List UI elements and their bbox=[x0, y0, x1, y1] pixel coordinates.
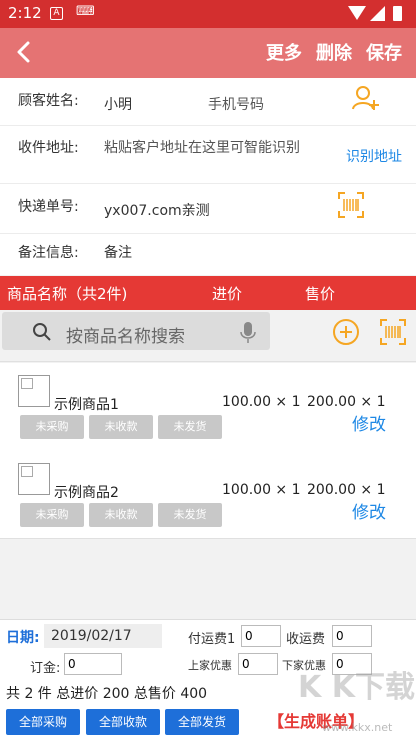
search-row: 按商品名称搜索 bbox=[0, 310, 416, 362]
product-list: 示例商品1 100.00 × 1 200.00 × 1 修改 未采购 未收款 未… bbox=[0, 363, 416, 539]
ship-all-button[interactable]: 全部发货 bbox=[165, 709, 239, 735]
product-name: 示例商品1 bbox=[54, 397, 119, 413]
wifi-icon bbox=[348, 6, 366, 20]
product-table-header: 商品名称（共2件) 进价 售价 bbox=[0, 276, 416, 310]
date-label: 日期: bbox=[6, 630, 40, 646]
deposit-input[interactable] bbox=[64, 653, 122, 675]
add-product-icon[interactable] bbox=[332, 318, 360, 350]
tracking-input[interactable]: yx007.com亲测 bbox=[104, 200, 210, 220]
back-arrow-icon[interactable] bbox=[14, 40, 34, 64]
product-buy-price: 100.00 × 1 bbox=[222, 482, 301, 498]
deposit-label: 订金: bbox=[30, 661, 61, 676]
watermark-url: www.kkx.net bbox=[322, 721, 393, 734]
header-product-name: 商品名称（共2件) bbox=[7, 285, 128, 303]
remark-row: 备注信息: 备注 bbox=[0, 234, 416, 275]
product-image bbox=[18, 375, 50, 407]
payment-status-tag[interactable]: 未收款 bbox=[89, 503, 153, 527]
status-time: 2:12 bbox=[8, 4, 42, 22]
date-picker[interactable]: 2019/02/17 bbox=[44, 624, 162, 648]
notification-a-icon: A bbox=[50, 7, 63, 20]
edit-product-link[interactable]: 修改 bbox=[352, 410, 386, 435]
receive-shipping-input[interactable] bbox=[332, 625, 372, 647]
product-image bbox=[18, 463, 50, 495]
shipping-status-tag[interactable]: 未发货 bbox=[158, 503, 222, 527]
remark-label: 备注信息: bbox=[18, 245, 79, 261]
customer-name-input[interactable]: 小明 bbox=[104, 94, 132, 114]
product-name: 示例商品2 bbox=[54, 485, 119, 501]
pay-shipping-label: 付运费1 bbox=[188, 632, 236, 647]
customer-row: 顾客姓名: 小明 手机号码 bbox=[0, 78, 416, 126]
product-sell-price: 200.00 × 1 bbox=[307, 394, 386, 410]
product-scan-icon[interactable] bbox=[380, 319, 406, 349]
purchase-status-tag[interactable]: 未采购 bbox=[20, 415, 84, 439]
product-row: 示例商品2 100.00 × 1 200.00 × 1 修改 未采购 未收款 未… bbox=[0, 451, 416, 539]
save-button[interactable]: 保存 bbox=[366, 39, 402, 65]
order-form: 顾客姓名: 小明 手机号码 收件地址: 粘贴客户地址在这里可智能识别 识别地址 … bbox=[0, 78, 416, 275]
more-button[interactable]: 更多 bbox=[266, 39, 302, 65]
product-row: 示例商品1 100.00 × 1 200.00 × 1 修改 未采购 未收款 未… bbox=[0, 363, 416, 451]
purchase-status-tag[interactable]: 未采购 bbox=[20, 503, 84, 527]
purchase-all-button[interactable]: 全部采购 bbox=[6, 709, 80, 735]
remark-input[interactable]: 备注 bbox=[104, 242, 132, 262]
address-row: 收件地址: 粘贴客户地址在这里可智能识别 识别地址 bbox=[0, 126, 416, 184]
delete-button[interactable]: 删除 bbox=[316, 39, 352, 65]
pay-shipping-input[interactable] bbox=[241, 625, 281, 647]
tracking-row: 快递单号: yx007.com亲测 bbox=[0, 184, 416, 234]
header-sell-price: 售价 bbox=[305, 285, 336, 303]
receive-shipping-label: 收运费 bbox=[286, 632, 326, 647]
address-input[interactable]: 粘贴客户地址在这里可智能识别 bbox=[104, 137, 300, 157]
header-buy-price: 进价 bbox=[212, 285, 243, 303]
keyboard-icon: ⌨ bbox=[76, 4, 95, 19]
upstream-discount-input[interactable] bbox=[238, 653, 278, 675]
app-bar: 更多 删除 保存 bbox=[0, 28, 416, 78]
phone-input[interactable]: 手机号码 bbox=[208, 94, 264, 114]
upstream-discount-label: 上家优惠 bbox=[188, 659, 232, 672]
shipping-status-tag[interactable]: 未发货 bbox=[158, 415, 222, 439]
search-placeholder: 按商品名称搜索 bbox=[66, 327, 185, 347]
collect-all-button[interactable]: 全部收款 bbox=[86, 709, 160, 735]
signal-icon bbox=[370, 6, 385, 21]
edit-product-link[interactable]: 修改 bbox=[352, 498, 386, 523]
product-buy-price: 100.00 × 1 bbox=[222, 394, 301, 410]
search-input[interactable]: 按商品名称搜索 bbox=[2, 312, 270, 350]
product-sell-price: 200.00 × 1 bbox=[307, 482, 386, 498]
search-icon bbox=[32, 322, 52, 346]
battery-icon bbox=[393, 6, 402, 21]
recognize-address-link[interactable]: 识别地址 bbox=[346, 146, 402, 166]
customer-label: 顾客姓名: bbox=[18, 93, 79, 109]
barcode-scan-icon[interactable] bbox=[338, 192, 364, 222]
tracking-label: 快递单号: bbox=[18, 199, 79, 215]
order-summary: 共 2 件 总进价 200 总售价 400 bbox=[6, 686, 208, 702]
microphone-icon[interactable] bbox=[240, 322, 256, 348]
payment-status-tag[interactable]: 未收款 bbox=[89, 415, 153, 439]
watermark-logo: K K下载 bbox=[298, 670, 415, 705]
status-bar: 2:12 A ⌨ bbox=[0, 0, 416, 28]
address-label: 收件地址: bbox=[18, 140, 79, 156]
add-contact-icon[interactable] bbox=[352, 84, 380, 116]
